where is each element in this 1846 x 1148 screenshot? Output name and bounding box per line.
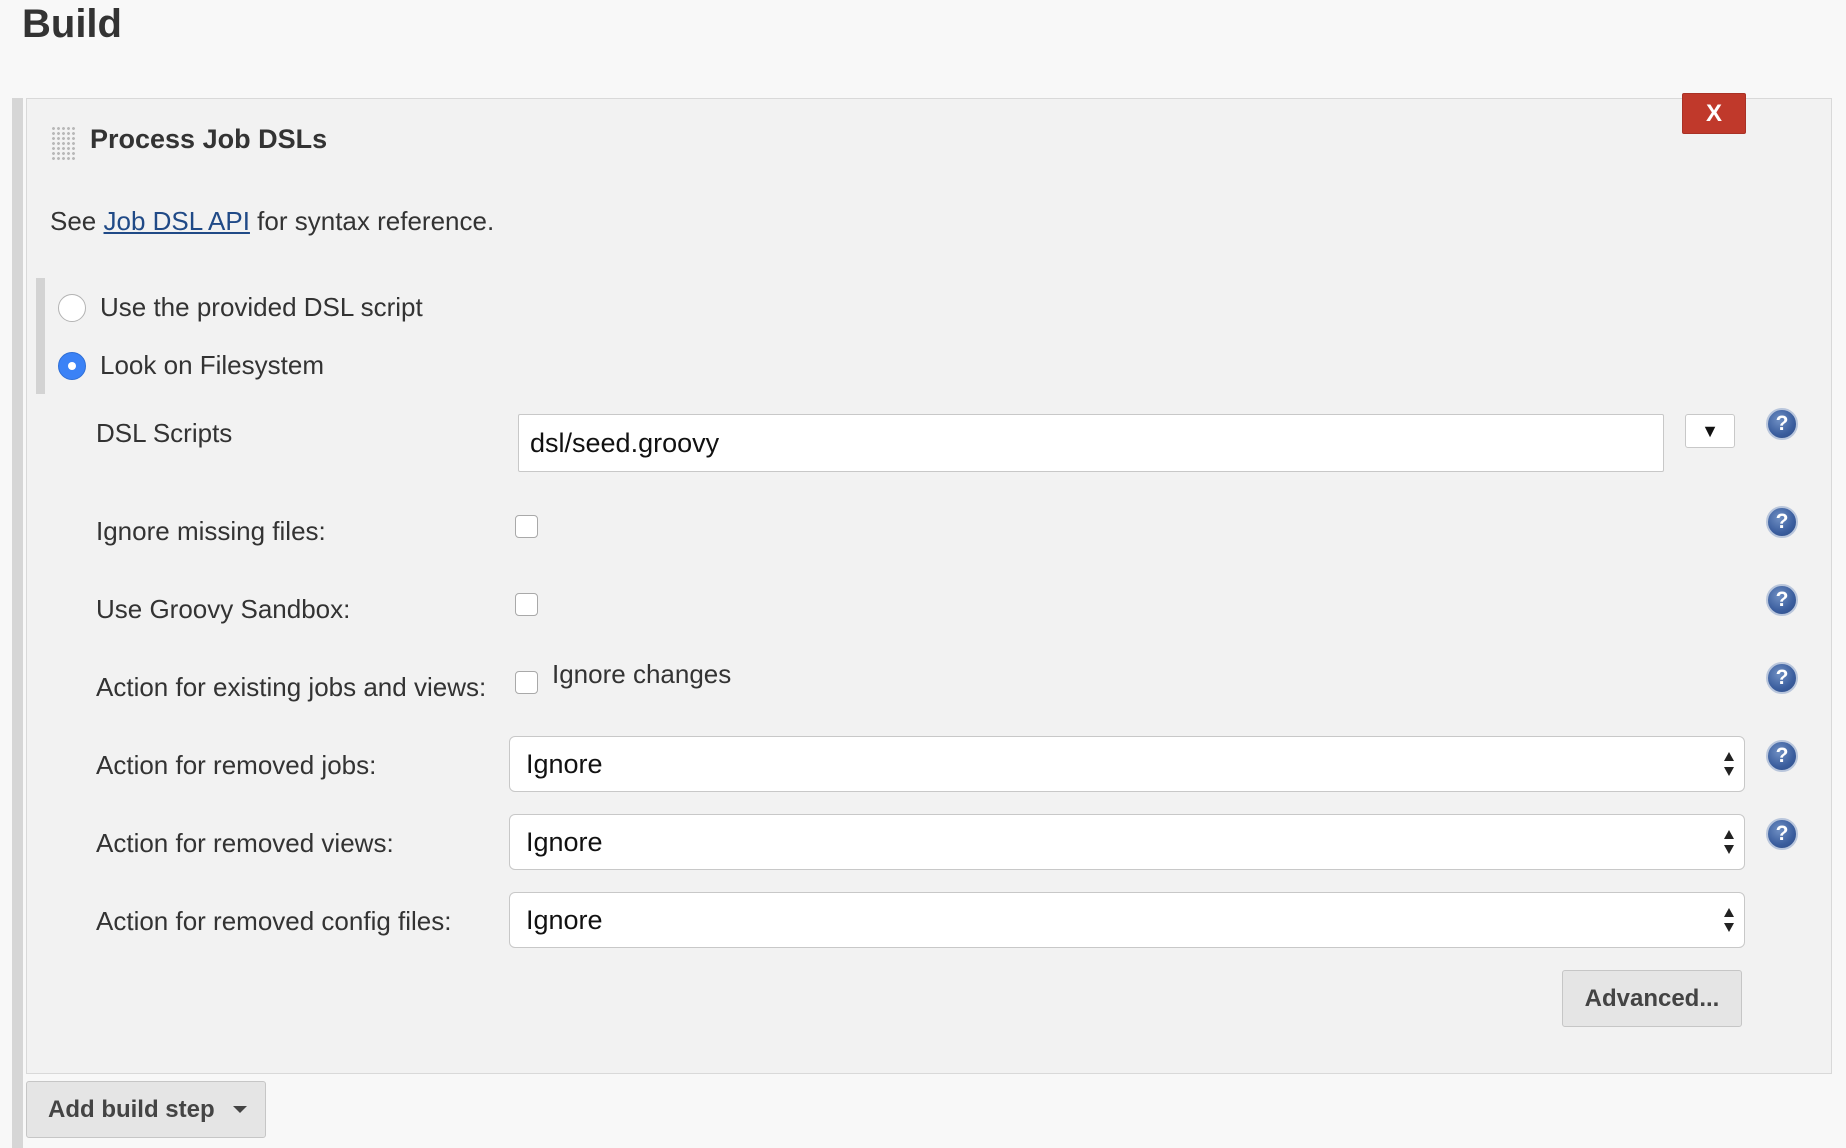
- syntax-help-text: See Job DSL API for syntax reference.: [50, 206, 494, 237]
- removed-config-label: Action for removed config files:: [96, 906, 452, 936]
- ignore-changes-label: Ignore changes: [552, 659, 732, 689]
- radio-label: Look on Filesystem: [100, 350, 324, 380]
- existing-action-label: Action for existing jobs and views:: [96, 672, 487, 702]
- groovy-sandbox-label: Use Groovy Sandbox:: [96, 594, 351, 624]
- help-icon[interactable]: ?: [1766, 662, 1798, 694]
- select-arrows-icon: [1722, 905, 1736, 935]
- help-prefix: See: [50, 206, 104, 236]
- radio-option-provided-script[interactable]: Use the provided DSL script: [58, 292, 423, 323]
- drag-handle-icon[interactable]: [51, 126, 75, 160]
- job-dsl-api-link[interactable]: Job DSL API: [104, 206, 250, 236]
- select-value: Ignore: [526, 826, 603, 857]
- removed-views-label: Action for removed views:: [96, 828, 394, 858]
- help-icon[interactable]: ?: [1766, 740, 1798, 772]
- help-icon[interactable]: ?: [1766, 584, 1798, 616]
- radio-button-unchecked[interactable]: [58, 293, 86, 322]
- caret-down-icon: [232, 1106, 247, 1113]
- radio-label: Use the provided DSL script: [100, 292, 423, 322]
- removed-jobs-select[interactable]: Ignore: [509, 736, 1745, 792]
- ignore-missing-checkbox[interactable]: [515, 515, 538, 538]
- help-icon[interactable]: ?: [1766, 818, 1798, 850]
- removed-views-select[interactable]: Ignore: [509, 814, 1745, 870]
- select-value: Ignore: [526, 748, 603, 779]
- advanced-button[interactable]: Advanced...: [1562, 970, 1742, 1027]
- help-icon[interactable]: ?: [1766, 506, 1798, 538]
- delete-step-button[interactable]: X: [1682, 93, 1746, 134]
- help-suffix: for syntax reference.: [249, 206, 495, 236]
- dsl-scripts-input[interactable]: [518, 414, 1664, 472]
- ignore-changes-checkbox[interactable]: [515, 671, 538, 694]
- radio-group-bar: [36, 278, 45, 394]
- select-value: Ignore: [526, 904, 603, 935]
- radio-option-filesystem[interactable]: Look on Filesystem: [58, 350, 324, 381]
- add-build-step-label: Add build step: [48, 1095, 215, 1123]
- dsl-scripts-label: DSL Scripts: [96, 418, 233, 448]
- step-title: Process Job DSLs: [90, 124, 328, 154]
- section-rail: [12, 98, 23, 1148]
- removed-config-select[interactable]: Ignore: [509, 892, 1745, 948]
- help-icon[interactable]: ?: [1766, 408, 1798, 440]
- ignore-missing-label: Ignore missing files:: [96, 516, 326, 546]
- page-title: Build: [22, 2, 122, 46]
- add-build-step-button[interactable]: Add build step: [26, 1081, 266, 1138]
- select-arrows-icon: [1722, 749, 1736, 779]
- select-arrows-icon: [1722, 827, 1736, 857]
- radio-button-checked[interactable]: [58, 351, 86, 380]
- groovy-sandbox-checkbox[interactable]: [515, 593, 538, 616]
- expand-textarea-button[interactable]: ▼: [1685, 414, 1735, 448]
- removed-jobs-label: Action for removed jobs:: [96, 750, 377, 780]
